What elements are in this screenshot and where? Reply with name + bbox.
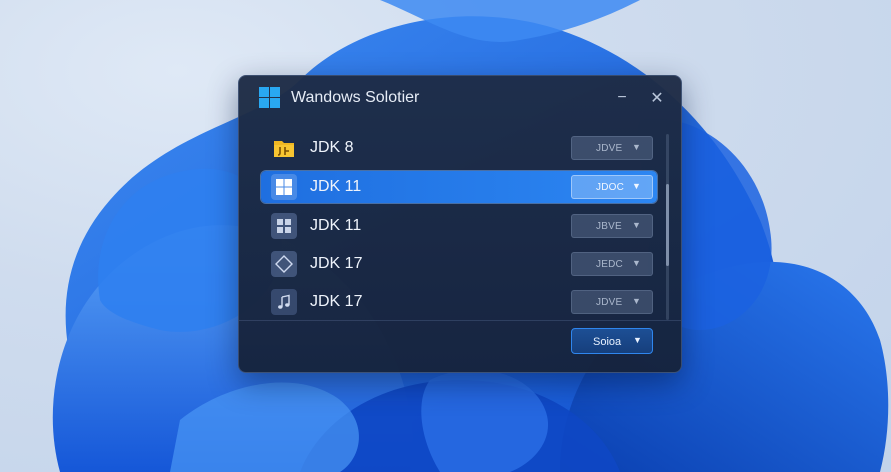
list-scrollbar[interactable] — [666, 134, 669, 320]
windows-logo-icon — [271, 174, 297, 200]
select-value: JDVE — [596, 143, 623, 154]
windows-logo-icon — [259, 87, 280, 108]
select-value: JEDC — [596, 259, 623, 270]
solve-dropdown-button[interactable]: Soioa ▼ — [571, 328, 653, 354]
jdk-label: JDK 17 — [310, 255, 363, 272]
close-button[interactable]: ✕ — [643, 84, 671, 112]
title-bar[interactable]: Wandows Solotier − ✕ — [239, 76, 681, 120]
chevron-down-icon: ▼ — [632, 296, 641, 306]
grid-app-icon — [271, 213, 297, 239]
chevron-down-icon: ▼ — [632, 258, 641, 268]
jdk-label: JDK 8 — [310, 139, 354, 156]
music-note-icon — [271, 289, 297, 315]
jdk-row[interactable]: JDK 17 JEDC ▼ — [261, 248, 657, 280]
jdk-version-select[interactable]: JBVE ▼ — [571, 214, 653, 238]
chevron-down-icon: ▼ — [633, 335, 642, 345]
jdk-version-select[interactable]: JDVE ▼ — [571, 290, 653, 314]
solver-window: Wandows Solotier − ✕ JDK 8 JDVE ▼ JDK 11… — [238, 75, 682, 373]
jdk-version-select[interactable]: JDOC ▼ — [571, 175, 653, 199]
jdk-list: JDK 8 JDVE ▼ JDK 11 JDOC ▼ JDK 11 JBVE ▼… — [239, 126, 681, 318]
window-title: Wandows Solotier — [291, 89, 420, 106]
select-value: JBVE — [596, 221, 622, 232]
jdk-label: JDK 11 — [310, 217, 362, 234]
select-value: JDVE — [596, 297, 623, 308]
footer-button-label: Soioa — [593, 336, 622, 348]
chevron-down-icon: ▼ — [632, 142, 641, 152]
jdk-version-select[interactable]: JDVE ▼ — [571, 136, 653, 160]
select-value: JDOC — [596, 182, 625, 193]
jdk-label: JDK 17 — [310, 293, 363, 310]
jdk-label: JDK 11 — [310, 178, 362, 195]
diamond-icon — [271, 251, 297, 277]
footer-divider — [239, 320, 681, 321]
scrollbar-thumb[interactable] — [666, 184, 669, 266]
chevron-down-icon: ▼ — [632, 220, 641, 230]
jdk-row[interactable]: JDK 11 JBVE ▼ — [261, 210, 657, 242]
desktop: Wandows Solotier − ✕ JDK 8 JDVE ▼ JDK 11… — [0, 0, 891, 472]
chevron-down-icon: ▼ — [632, 181, 641, 191]
minimize-icon: − — [617, 89, 627, 106]
jdk-version-select[interactable]: JEDC ▼ — [571, 252, 653, 276]
close-icon: ✕ — [650, 90, 664, 107]
jdk-row-selected[interactable]: JDK 11 JDOC ▼ — [261, 171, 657, 203]
jdk-row[interactable]: JDK 8 JDVE ▼ — [261, 132, 657, 164]
minimize-button[interactable]: − — [608, 84, 636, 112]
jdk-row[interactable]: JDK 17 JDVE ▼ — [261, 286, 657, 318]
java-folder-icon — [271, 135, 297, 161]
